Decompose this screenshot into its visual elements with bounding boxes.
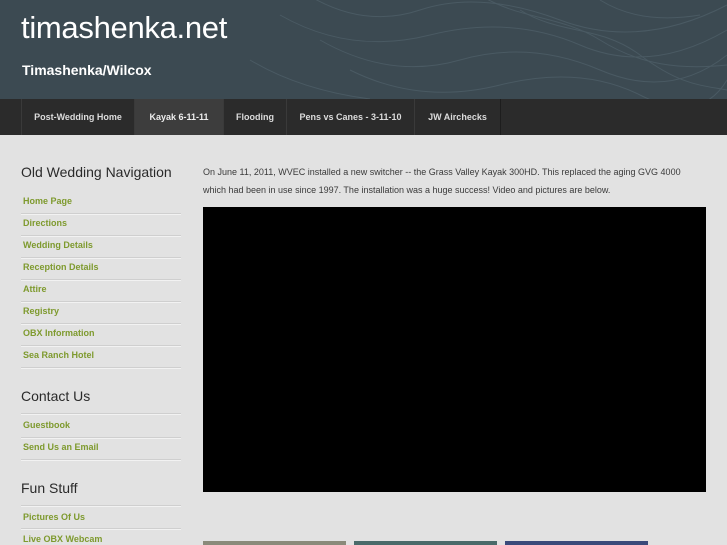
divider	[21, 279, 181, 281]
sidebar-link-attire[interactable]: Attire	[23, 284, 181, 294]
sidebar-link-registry[interactable]: Registry	[23, 306, 181, 316]
site-tagline: Timashenka/Wilcox	[22, 62, 152, 78]
intro-paragraph: On June 11, 2011, WVEC installed a new s…	[203, 167, 681, 195]
sidebar-link-home-page[interactable]: Home Page	[23, 196, 181, 206]
sidebar-link-directions[interactable]: Directions	[23, 218, 181, 228]
divider	[21, 301, 181, 303]
divider	[21, 367, 181, 369]
divider	[21, 528, 181, 530]
sidebar-link-send-email[interactable]: Send Us an Email	[23, 442, 181, 452]
site-title[interactable]: timashenka.net	[21, 10, 227, 46]
sidebar-link-wedding-details[interactable]: Wedding Details	[23, 240, 181, 250]
contact-us-heading: Contact Us	[21, 388, 91, 404]
photo-thumbnail[interactable]	[505, 541, 648, 545]
nav-item-flooding[interactable]: Flooding	[223, 99, 287, 135]
photo-thumbnail[interactable]	[354, 541, 497, 545]
divider	[21, 345, 181, 347]
nav-item-post-wedding-home[interactable]: Post-Wedding Home	[21, 99, 135, 135]
video-player[interactable]	[203, 207, 706, 492]
site-header: timashenka.net Timashenka/Wilcox	[0, 0, 727, 99]
old-wedding-navigation-heading: Old Wedding Navigation	[21, 164, 172, 180]
photo-thumbnail[interactable]	[203, 541, 346, 545]
divider	[21, 323, 181, 325]
nav-item-kayak[interactable]: Kayak 6-11-11	[134, 99, 224, 135]
divider	[21, 413, 181, 415]
divider	[21, 213, 181, 215]
divider	[21, 459, 181, 461]
divider	[21, 235, 181, 237]
main-nav: Post-Wedding Home Kayak 6-11-11 Flooding…	[0, 99, 727, 135]
sidebar-link-reception-details[interactable]: Reception Details	[23, 262, 181, 272]
sidebar-link-pictures-of-us[interactable]: Pictures Of Us	[23, 512, 181, 522]
sidebar-link-guestbook[interactable]: Guestbook	[23, 420, 181, 430]
sidebar-link-obx-information[interactable]: OBX Information	[23, 328, 181, 338]
nav-item-jw-airchecks[interactable]: JW Airchecks	[414, 99, 501, 135]
sidebar-link-sea-ranch-hotel[interactable]: Sea Ranch Hotel	[23, 350, 181, 360]
nav-item-pens-vs-canes[interactable]: Pens vs Canes - 3-11-10	[286, 99, 415, 135]
sidebar-link-live-obx-webcam[interactable]: Live OBX Webcam	[23, 534, 181, 544]
divider	[21, 257, 181, 259]
divider	[21, 437, 181, 439]
divider	[21, 505, 181, 507]
fun-stuff-heading: Fun Stuff	[21, 480, 78, 496]
